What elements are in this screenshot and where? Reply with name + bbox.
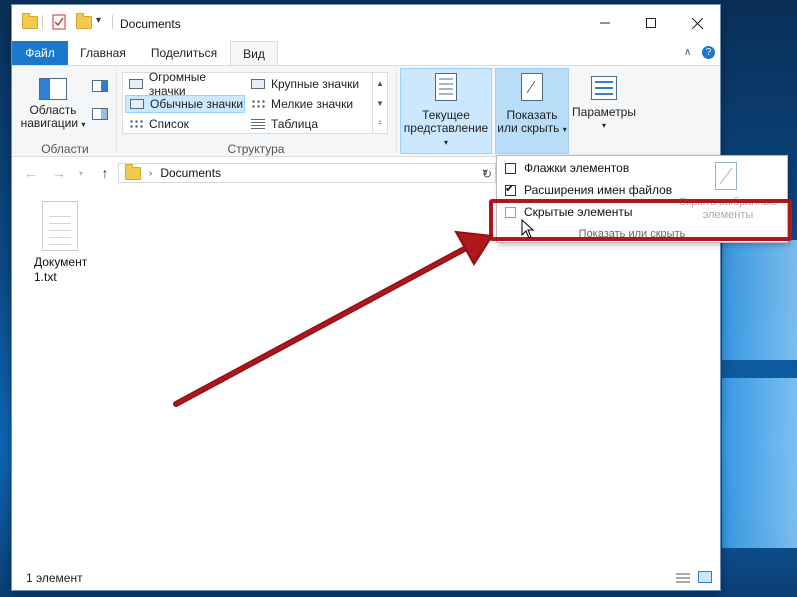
- current-view-icon: [435, 73, 457, 101]
- divider: [42, 15, 43, 29]
- maximize-button[interactable]: [628, 5, 674, 41]
- desktop-window-pane: [722, 378, 797, 548]
- extra-large-icons-icon: [129, 79, 143, 89]
- navigation-pane-button[interactable]: Область навигации ▾: [18, 70, 88, 136]
- layout-gallery: Огромные значки Крупные значки Обычные з…: [122, 70, 388, 134]
- chevron-down-icon: ▾: [601, 121, 606, 130]
- layout-extra-large-icons[interactable]: Огромные значки: [125, 70, 245, 98]
- group-separator: [116, 70, 117, 152]
- group-label-layout: Структура: [227, 142, 285, 156]
- list-item[interactable]: Документ 1.txt: [26, 201, 96, 285]
- recent-chevron-icon[interactable]: ▾: [72, 165, 90, 181]
- mouse-cursor-icon: [521, 218, 535, 242]
- explorer-window: ▾ Documents Файл Главная Поделиться Вид …: [12, 5, 720, 590]
- preview-pane-icon[interactable]: [92, 80, 108, 95]
- breadcrumb-documents[interactable]: Documents: [160, 166, 221, 180]
- layout-large-icons[interactable]: Крупные значки: [247, 75, 373, 93]
- chevron-down-icon: ▾: [81, 120, 86, 129]
- tab-share[interactable]: Поделиться: [142, 41, 226, 65]
- status-bar: 1 элемент: [12, 565, 720, 590]
- layout-medium-icons[interactable]: Обычные значки: [125, 95, 245, 113]
- layout-details[interactable]: Таблица: [247, 115, 373, 133]
- file-extensions-checkbox[interactable]: [505, 182, 516, 196]
- current-view-button[interactable]: Текущее представление ▾: [400, 68, 492, 154]
- forward-arrow-icon[interactable]: →: [50, 165, 68, 181]
- item-checkboxes-checkbox[interactable]: [505, 162, 516, 174]
- group-label-panes: Области: [41, 142, 89, 156]
- hide-selected-icon[interactable]: [715, 162, 737, 193]
- menu-item-checkboxes[interactable]: Флажки элементов: [505, 159, 629, 177]
- address-bar[interactable]: › Documents ∨: [118, 163, 496, 183]
- divider: [112, 15, 113, 29]
- large-icons-view-icon[interactable]: [698, 571, 712, 586]
- expand-gallery-icon[interactable]: ⩡: [373, 113, 387, 133]
- navigation-pane-label2: навигации: [20, 116, 79, 130]
- title-bar: ▾ Documents: [12, 5, 720, 41]
- navigation-pane-icon: [39, 78, 67, 100]
- layout-small-icons[interactable]: Мелкие значки: [247, 95, 373, 113]
- file-name: Документ 1.txt: [34, 255, 88, 284]
- back-arrow-icon[interactable]: ←: [22, 165, 40, 181]
- chevron-up-icon[interactable]: ∧: [684, 47, 691, 58]
- options-icon: [591, 76, 617, 100]
- current-view-label2: представление: [403, 121, 489, 135]
- large-icons-icon: [251, 79, 265, 89]
- qa-dropdown-icon[interactable]: ▾: [96, 15, 101, 26]
- minimize-button[interactable]: [582, 5, 628, 41]
- desktop-window-pane: [722, 240, 797, 360]
- list-icon: [129, 119, 143, 129]
- layout-gallery-scrollbar[interactable]: ▲ ▼ ⩡: [372, 73, 387, 133]
- tab-home[interactable]: Главная: [72, 41, 134, 65]
- properties-icon[interactable]: [52, 14, 66, 30]
- scroll-down-icon[interactable]: ▼: [373, 93, 387, 113]
- menu-file-extensions[interactable]: Расширения имен файлов: [505, 181, 672, 199]
- help-icon[interactable]: ?: [702, 46, 715, 59]
- tab-file[interactable]: Файл: [12, 41, 68, 65]
- tab-view[interactable]: Вид: [230, 41, 278, 65]
- details-icon: [251, 119, 265, 129]
- new-folder-icon[interactable]: [76, 13, 92, 29]
- window-title: Documents: [120, 17, 181, 31]
- ribbon: Область навигации ▾ Области Огромные зна…: [12, 65, 720, 157]
- chevron-down-icon: ▾: [562, 125, 567, 134]
- details-pane-icon[interactable]: [92, 108, 108, 123]
- chevron-down-icon: ▾: [443, 138, 448, 147]
- details-view-icon[interactable]: [676, 572, 690, 587]
- folder-icon: [22, 13, 38, 29]
- scroll-up-icon[interactable]: ▲: [373, 73, 387, 93]
- ribbon-tabs: Файл Главная Поделиться Вид ∧ ?: [12, 41, 720, 65]
- breadcrumb-chevron-icon[interactable]: ›: [149, 168, 152, 179]
- small-icons-icon: [251, 99, 265, 109]
- file-list-view: Документ 1.txt: [12, 189, 720, 565]
- folder-icon: [125, 163, 141, 180]
- group-separator: [396, 70, 397, 152]
- text-document-icon: [42, 201, 78, 251]
- close-button[interactable]: [674, 5, 720, 41]
- options-label: Параметры: [572, 105, 636, 119]
- show-hide-icon: [521, 73, 543, 101]
- options-button[interactable]: Параметры ▾: [570, 68, 638, 154]
- up-arrow-icon[interactable]: ↑: [96, 165, 114, 181]
- item-count: 1 элемент: [26, 571, 83, 585]
- show-hide-label2: или скрыть: [497, 121, 560, 135]
- medium-icons-icon: [130, 99, 144, 109]
- show-hide-button[interactable]: Показать или скрыть ▾: [495, 68, 569, 154]
- layout-list[interactable]: Список: [125, 115, 245, 133]
- refresh-icon[interactable]: ↻: [482, 167, 492, 181]
